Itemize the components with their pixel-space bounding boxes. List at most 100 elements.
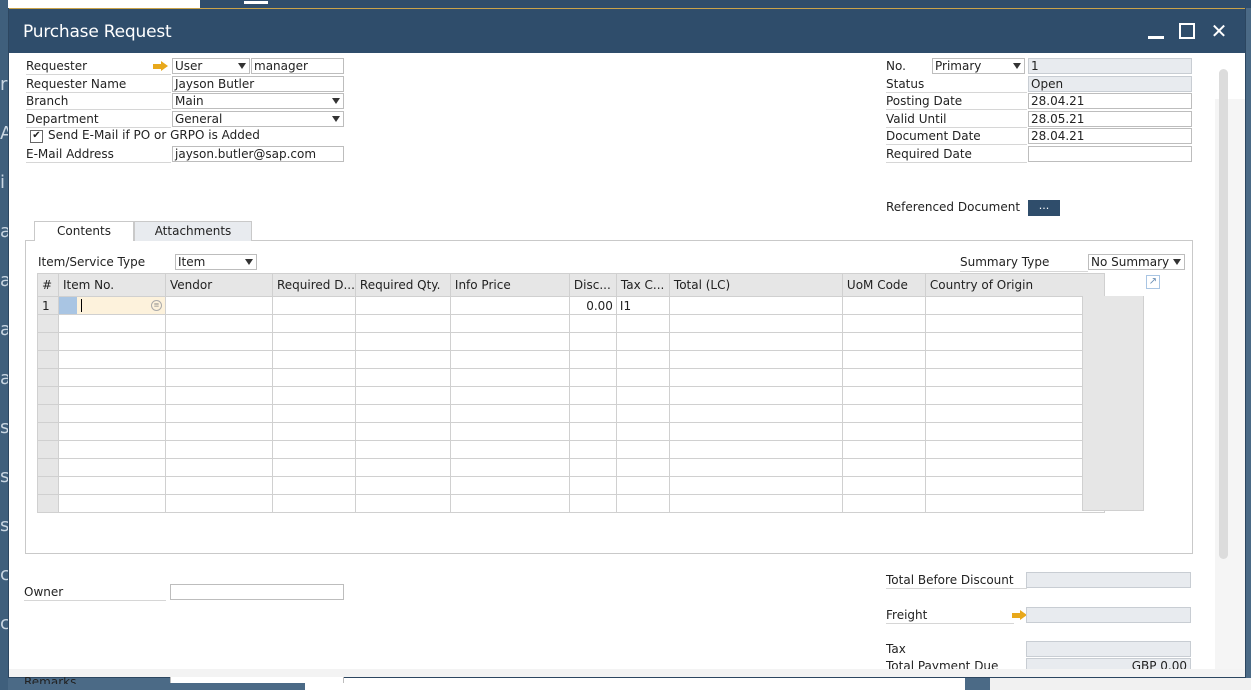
grid-cell[interactable]	[272, 332, 356, 351]
item-no-cell[interactable]: ≡	[58, 296, 166, 315]
email-field[interactable]: jayson.butler@sap.com	[172, 146, 344, 162]
grid-cell[interactable]	[165, 440, 273, 459]
column-header[interactable]: Vendor	[165, 273, 273, 297]
grid-cell[interactable]	[354, 458, 451, 477]
grid-cell[interactable]	[568, 476, 617, 495]
grid-cell[interactable]	[165, 314, 273, 333]
department-dropdown[interactable]: General	[172, 111, 344, 127]
grid-cell[interactable]	[272, 422, 356, 441]
grid-cell[interactable]	[924, 332, 1105, 351]
grid-cell[interactable]	[449, 404, 570, 423]
grid-cell[interactable]	[449, 314, 570, 333]
referenced-document-button[interactable]: ...	[1028, 200, 1060, 216]
grid-cell[interactable]	[615, 350, 670, 369]
grid-cell[interactable]	[272, 494, 356, 513]
grid-cell[interactable]	[615, 404, 670, 423]
grid-cell[interactable]: 0.00	[568, 296, 617, 315]
grid-cell[interactable]	[58, 368, 166, 387]
grid-cell[interactable]	[272, 386, 356, 405]
grid-cell[interactable]	[354, 314, 451, 333]
grid-cell[interactable]	[841, 422, 926, 441]
grid-cell[interactable]	[449, 476, 570, 495]
column-header[interactable]: Item No.	[58, 273, 166, 297]
column-header[interactable]: UoM Code	[841, 273, 926, 297]
grid-cell[interactable]	[165, 368, 273, 387]
grid-cell[interactable]	[568, 458, 617, 477]
grid-cell[interactable]	[668, 476, 843, 495]
requester-type-dropdown[interactable]: User	[172, 58, 250, 74]
grid-cell[interactable]	[272, 368, 356, 387]
grid-cell[interactable]	[841, 350, 926, 369]
grid-cell[interactable]	[165, 494, 273, 513]
grid-cell[interactable]	[668, 386, 843, 405]
table-row[interactable]	[37, 476, 1105, 495]
grid-cell[interactable]	[58, 332, 166, 351]
grid-cell[interactable]	[568, 368, 617, 387]
grid-cell[interactable]	[615, 386, 670, 405]
grid-cell[interactable]	[668, 440, 843, 459]
grid-cell[interactable]	[568, 440, 617, 459]
grid-cell[interactable]	[272, 296, 356, 315]
series-dropdown[interactable]: Primary	[932, 58, 1025, 74]
column-header[interactable]: Total (LC)	[668, 273, 843, 297]
grid-cell[interactable]	[568, 350, 617, 369]
grid-cell[interactable]	[615, 314, 670, 333]
lookup-icon[interactable]: ≡	[151, 300, 162, 311]
requester-name-field[interactable]: Jayson Butler	[172, 76, 344, 92]
column-header[interactable]: #	[37, 273, 59, 297]
table-row[interactable]	[37, 494, 1105, 513]
grid-cell[interactable]	[668, 494, 843, 513]
grid-cell[interactable]	[272, 404, 356, 423]
grid-cell[interactable]	[924, 296, 1105, 315]
grid-cell[interactable]	[272, 350, 356, 369]
grid-cell[interactable]	[668, 296, 843, 315]
tab-contents[interactable]: Contents	[34, 221, 134, 241]
grid-cell[interactable]	[354, 422, 451, 441]
column-header[interactable]: Info Price	[449, 273, 570, 297]
table-row[interactable]	[37, 440, 1105, 459]
grid-cell[interactable]	[354, 296, 451, 315]
grid-cell[interactable]	[58, 350, 166, 369]
grid-cell[interactable]	[354, 386, 451, 405]
grid-cell[interactable]	[668, 404, 843, 423]
grid-cell[interactable]	[615, 440, 670, 459]
item-service-type-dropdown[interactable]: Item	[175, 254, 257, 270]
table-row[interactable]	[37, 368, 1105, 387]
tab-attachments[interactable]: Attachments	[134, 221, 252, 241]
grid-cell[interactable]	[668, 458, 843, 477]
grid-cell[interactable]	[924, 440, 1105, 459]
column-header[interactable]: Tax C...	[615, 273, 670, 297]
minimize-button[interactable]	[1146, 21, 1168, 43]
grid-cell[interactable]	[354, 440, 451, 459]
expand-icon[interactable]: ↗	[1146, 275, 1160, 289]
valid-until-field[interactable]: 28.05.21	[1028, 111, 1192, 127]
grid-cell[interactable]	[924, 368, 1105, 387]
link-arrow-icon[interactable]	[153, 61, 169, 71]
grid-cell[interactable]	[841, 440, 926, 459]
grid-cell[interactable]	[841, 476, 926, 495]
grid-cell[interactable]	[58, 404, 166, 423]
grid-cell[interactable]	[924, 458, 1105, 477]
table-row[interactable]	[37, 332, 1105, 351]
grid-cell[interactable]	[568, 494, 617, 513]
close-button[interactable]: ✕	[1208, 21, 1230, 43]
grid-cell[interactable]	[58, 422, 166, 441]
column-header[interactable]: Disc...	[568, 273, 617, 297]
column-header[interactable]: Required D...	[272, 273, 356, 297]
grid-cell[interactable]	[568, 422, 617, 441]
grid-cell[interactable]	[165, 422, 273, 441]
table-row[interactable]	[37, 386, 1105, 405]
grid-cell[interactable]	[354, 404, 451, 423]
summary-type-dropdown[interactable]: No Summary	[1088, 254, 1185, 270]
grid-cell[interactable]	[354, 332, 451, 351]
grid-cell[interactable]	[354, 350, 451, 369]
grid-cell[interactable]	[568, 314, 617, 333]
maximize-button[interactable]	[1177, 21, 1199, 43]
grid-cell[interactable]	[668, 332, 843, 351]
grid-cell[interactable]	[924, 422, 1105, 441]
grid-cell[interactable]	[354, 476, 451, 495]
grid-cell[interactable]	[615, 494, 670, 513]
grid-cell[interactable]	[58, 458, 166, 477]
grid-cell[interactable]	[668, 422, 843, 441]
column-header[interactable]: Required Qty.	[354, 273, 451, 297]
